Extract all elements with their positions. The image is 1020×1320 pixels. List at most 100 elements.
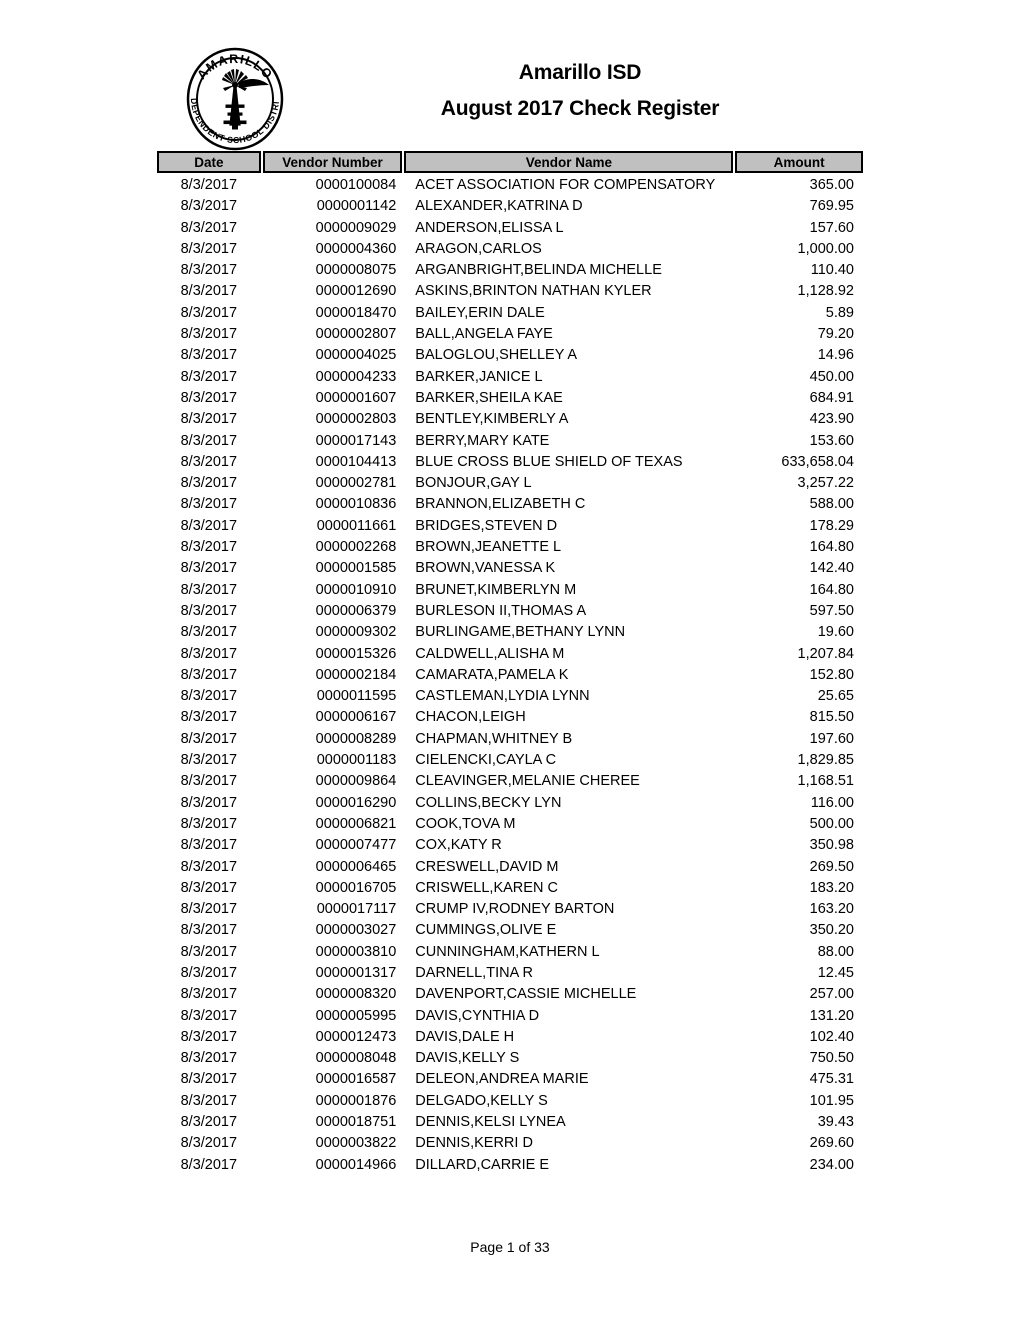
cell-amount: 769.95 [809,198,854,215]
cell-amount: 14.96 [817,347,854,364]
cell-vendor-number: 0000016587 [315,1071,397,1088]
cell-date: 8/3/2017 [180,581,238,598]
cell-vendor-number: 0000008075 [315,262,397,279]
cell-vendor-name: DAVIS,CYNTHIA D [415,1007,540,1024]
report-title: August 2017 Check Register [440,97,720,120]
cell-vendor-name: CAMARATA,PAMELA K [415,666,569,683]
cell-amount: 183.20 [809,879,854,896]
cell-vendor-number: 0000004025 [315,347,397,364]
table-row: 8/3/2017 0000006379 BURLESON II,THOMAS A 59… [157,601,863,622]
cell-vendor-name: DARNELL,TINA R [415,964,533,981]
cell-vendor-number: 0000002803 [315,411,397,428]
cell-date: 8/3/2017 [180,1050,238,1067]
cell-vendor-number: 0000001585 [315,560,397,577]
cell-date: 8/3/2017 [180,517,238,534]
cell-amount: 1,829.85 [797,752,854,769]
cell-vendor-name: CHACON,LEIGH [415,709,526,726]
cell-vendor-number: 0000001607 [315,389,397,406]
cell-vendor-name: BRANNON,ELIZABETH C [415,496,586,513]
amarillo-isd-seal-icon: AMARILLO INDEPENDENT SCHOOL DISTRICT [183,47,287,151]
cell-vendor-name: DELGADO,KELLY S [415,1092,548,1109]
cell-vendor-number: 0000001876 [315,1092,397,1109]
cell-date: 8/3/2017 [180,1114,238,1131]
cell-date: 8/3/2017 [180,539,238,556]
cell-amount: 88.00 [817,943,854,960]
cell-vendor-number: 0000006167 [315,709,397,726]
cell-amount: 500.00 [809,815,854,832]
cell-amount: 25.65 [817,688,854,705]
cell-vendor-number: 0000018470 [315,304,397,321]
check-register-table: Date Vendor Number Vendor Name Amount 8/… [157,151,863,1176]
cell-vendor-name: DELEON,ANDREA MARIE [415,1071,589,1088]
cell-vendor-number: 0000012690 [315,283,397,300]
cell-amount: 157.60 [809,219,854,236]
table-row: 8/3/2017 0000002184 CAMARATA,PAMELA K 152.8… [157,665,863,686]
cell-vendor-name: BALL,ANGELA FAYE [415,326,553,343]
table-row: 8/3/2017 0000018751 DENNIS,KELSI LYNEA 39.4… [157,1112,863,1133]
cell-vendor-number: 0000007477 [315,837,397,854]
table-row: 8/3/2017 0000003027 CUMMINGS,OLIVE E 350.20 [157,920,863,941]
cell-amount: 750.50 [809,1050,854,1067]
cell-amount: 131.20 [809,1007,854,1024]
cell-vendor-name: DENNIS,KERRI D [415,1135,533,1152]
table-row: 8/3/2017 0000008289 CHAPMAN,WHITNEY B 197.6… [157,729,863,750]
cell-amount: 19.60 [817,624,854,641]
cell-amount: 3,257.22 [797,475,854,492]
table-body: 8/3/2017 0000100084 ACET ASSOCIATION FOR C… [157,173,863,1176]
cell-date: 8/3/2017 [180,943,238,960]
cell-vendor-number: 0000002807 [315,326,397,343]
cell-amount: 110.40 [810,262,854,279]
cell-vendor-number: 0000104413 [315,453,397,470]
table-row: 8/3/2017 0000008320 DAVENPORT,CASSIE MICHE… [157,984,863,1005]
cell-date: 8/3/2017 [180,411,238,428]
cell-date: 8/3/2017 [180,1007,238,1024]
cell-date: 8/3/2017 [180,326,238,343]
cell-vendor-number: 0000002268 [315,539,397,556]
cell-vendor-name: BROWN,JEANETTE L [415,539,562,556]
table-row: 8/3/2017 0000104413 BLUE CROSS BLUE SHIELD… [157,452,863,473]
table-row: 8/3/2017 0000012690 ASKINS,BRINTON NATHAN … [157,281,863,302]
cell-date: 8/3/2017 [180,453,238,470]
cell-amount: 234.00 [809,1156,854,1173]
table-row: 8/3/2017 0000004233 BARKER,JANICE L 450.00 [157,367,863,388]
cell-vendor-name: ALEXANDER,KATRINA D [415,198,583,215]
cell-vendor-number: 0000003810 [315,943,397,960]
cell-vendor-name: CALDWELL,ALISHA M [415,645,565,662]
table-row: 8/3/2017 0000002268 BROWN,JEANETTE L 164.80 [157,537,863,558]
cell-amount: 12.45 [817,964,854,981]
cell-vendor-number: 0000004233 [315,368,397,385]
table-row: 8/3/2017 0000015326 CALDWELL,ALISHA M 1,207… [157,644,863,665]
cell-amount: 684.91 [809,389,854,406]
cell-vendor-number: 0000014966 [315,1156,397,1173]
cell-vendor-name: COLLINS,BECKY LYN [415,794,562,811]
cell-vendor-number: 0000100084 [315,177,397,193]
column-header-amount: Amount [735,151,863,173]
cell-date: 8/3/2017 [180,773,238,790]
cell-vendor-number: 0000001142 [316,198,397,215]
cell-vendor-name: BRUNET,KIMBERLYN M [415,581,577,598]
cell-date: 8/3/2017 [180,475,238,492]
cell-vendor-name: BENTLEY,KIMBERLY A [415,411,569,428]
cell-amount: 39.43 [817,1114,854,1131]
table-row: 8/3/2017 0000017117 CRUMP IV,RODNEY BARTON… [157,899,863,920]
table-row: 8/3/2017 0000005995 DAVIS,CYNTHIA D 131.20 [157,1006,863,1027]
cell-date: 8/3/2017 [180,879,238,896]
table-row: 8/3/2017 0000001142 ALEXANDER,KATRINA D 769… [157,196,863,217]
cell-date: 8/3/2017 [180,837,238,854]
table-row: 8/3/2017 0000009029 ANDERSON,ELISSA L 157.6… [157,218,863,239]
cell-vendor-number: 0000009029 [315,219,397,236]
cell-vendor-name: ARGANBRIGHT,BELINDA MICHELLE [415,262,662,279]
document-masthead: AMARILLO INDEPENDENT SCHOOL DISTRICT [0,0,1020,151]
table-row: 8/3/2017 0000006821 COOK,TOVA M 500.00 [157,814,863,835]
cell-vendor-name: DAVIS,DALE H [415,1028,515,1045]
cell-vendor-name: BERRY,MARY KATE [415,432,550,449]
cell-vendor-name: CRISWELL,KAREN C [415,879,558,896]
cell-amount: 815.50 [809,709,854,726]
cell-vendor-number: 0000006465 [315,858,397,875]
cell-date: 8/3/2017 [180,730,238,747]
page-footer: Page 1 of 33 [0,1238,1020,1256]
cell-vendor-number: 0000003822 [315,1135,397,1152]
table-header-row: Date Vendor Number Vendor Name Amount [157,151,863,173]
cell-vendor-name: BROWN,VANESSA K [415,560,556,577]
cell-amount: 365.00 [809,177,854,193]
